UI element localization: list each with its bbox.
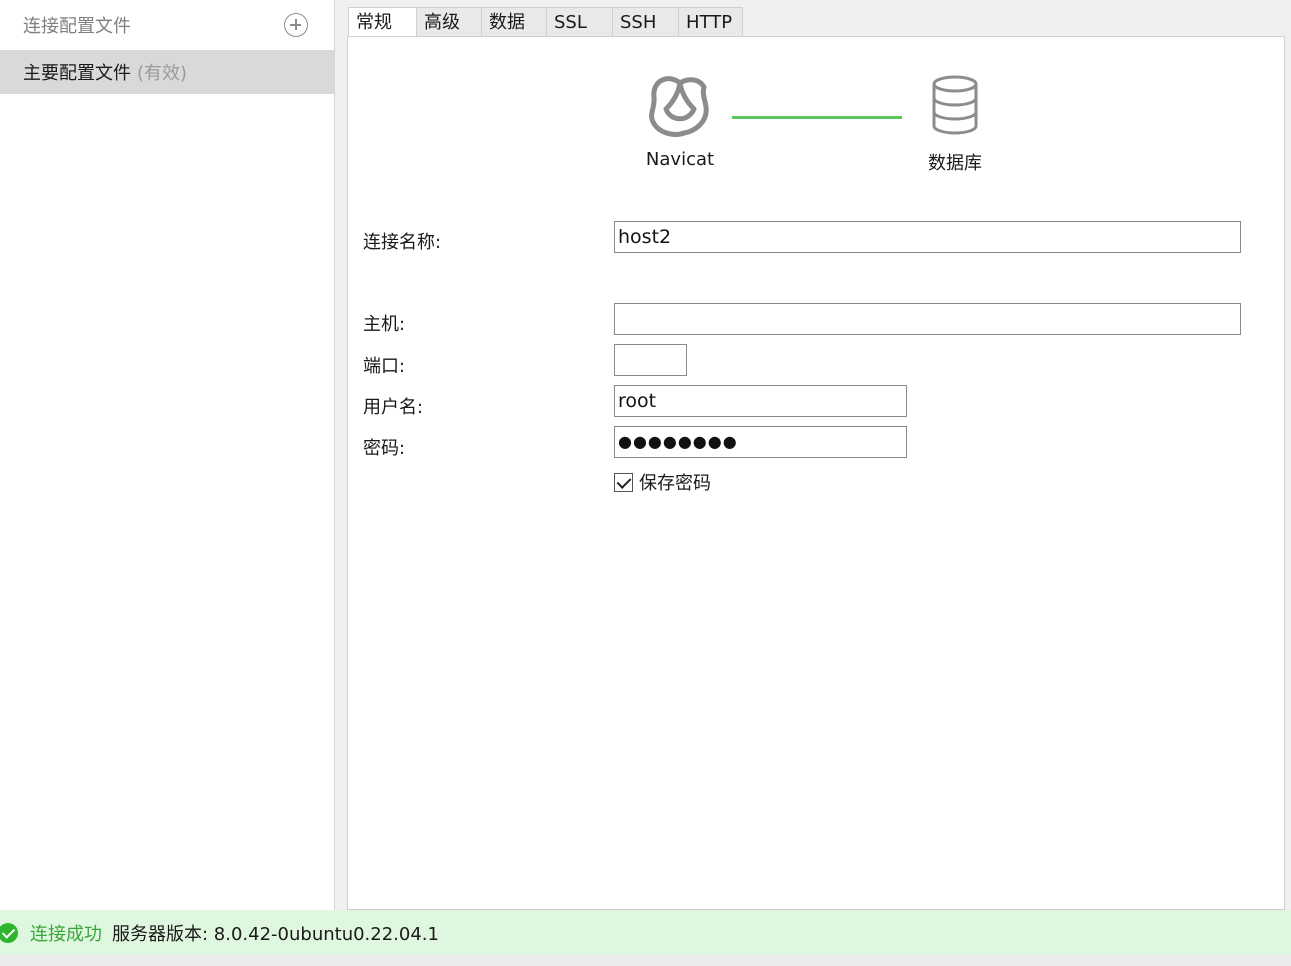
sidebar-header: 连接配置文件: [0, 0, 334, 50]
profile-sidebar: 连接配置文件 主要配置文件 (有效): [0, 0, 335, 910]
profile-label: 主要配置文件: [23, 63, 131, 84]
general-settings-panel: Navicat 数据库 连接名称: host2 主机: 端口: 用户名: roo…: [347, 36, 1285, 910]
navicat-label: Navicat: [645, 149, 715, 170]
add-profile-icon[interactable]: [284, 13, 308, 37]
profile-status-note: (有效): [137, 63, 188, 84]
settings-tabs: 常规 高级 数据库 SSL SSH HTTP: [348, 7, 743, 63]
tab-ssh[interactable]: SSH: [613, 7, 679, 37]
host-label: 主机:: [363, 314, 406, 335]
connection-name-field[interactable]: host2: [614, 221, 1241, 253]
tab-http[interactable]: HTTP: [679, 7, 743, 37]
connection-link-line: [732, 116, 902, 119]
password-field[interactable]: ●●●●●●●●: [614, 426, 907, 458]
port-label: 端口:: [363, 356, 406, 377]
tab-ssl[interactable]: SSL: [547, 7, 613, 37]
sidebar-item-main-profile[interactable]: 主要配置文件 (有效): [0, 50, 334, 94]
server-version-text: 服务器版本: 8.0.42-0ubuntu0.22.04.1: [112, 923, 439, 945]
save-password-checkbox[interactable]: [614, 472, 633, 492]
port-field[interactable]: [614, 344, 687, 376]
connection-success-text: 连接成功: [30, 923, 102, 945]
password-label: 密码:: [363, 438, 406, 459]
bottom-strip: [0, 955, 1291, 966]
save-password-option[interactable]: 保存密码: [614, 469, 711, 495]
username-field[interactable]: root: [614, 385, 907, 417]
database-icon: [932, 75, 978, 135]
connection-name-label: 连接名称:: [363, 232, 442, 253]
tab-database[interactable]: 数据库: [482, 7, 547, 63]
host-field[interactable]: [614, 303, 1241, 335]
save-password-label: 保存密码: [639, 473, 711, 494]
tab-advanced[interactable]: 高级: [417, 7, 482, 37]
sidebar-title: 连接配置文件: [23, 16, 131, 37]
tab-general[interactable]: 常规: [348, 7, 417, 38]
navicat-logo-icon: [649, 76, 709, 137]
database-label: 数据库: [928, 153, 982, 174]
username-label: 用户名:: [363, 397, 424, 418]
check-circle-icon: [0, 922, 18, 943]
connection-status-bar: 连接成功 服务器版本: 8.0.42-0ubuntu0.22.04.1: [0, 910, 1291, 955]
